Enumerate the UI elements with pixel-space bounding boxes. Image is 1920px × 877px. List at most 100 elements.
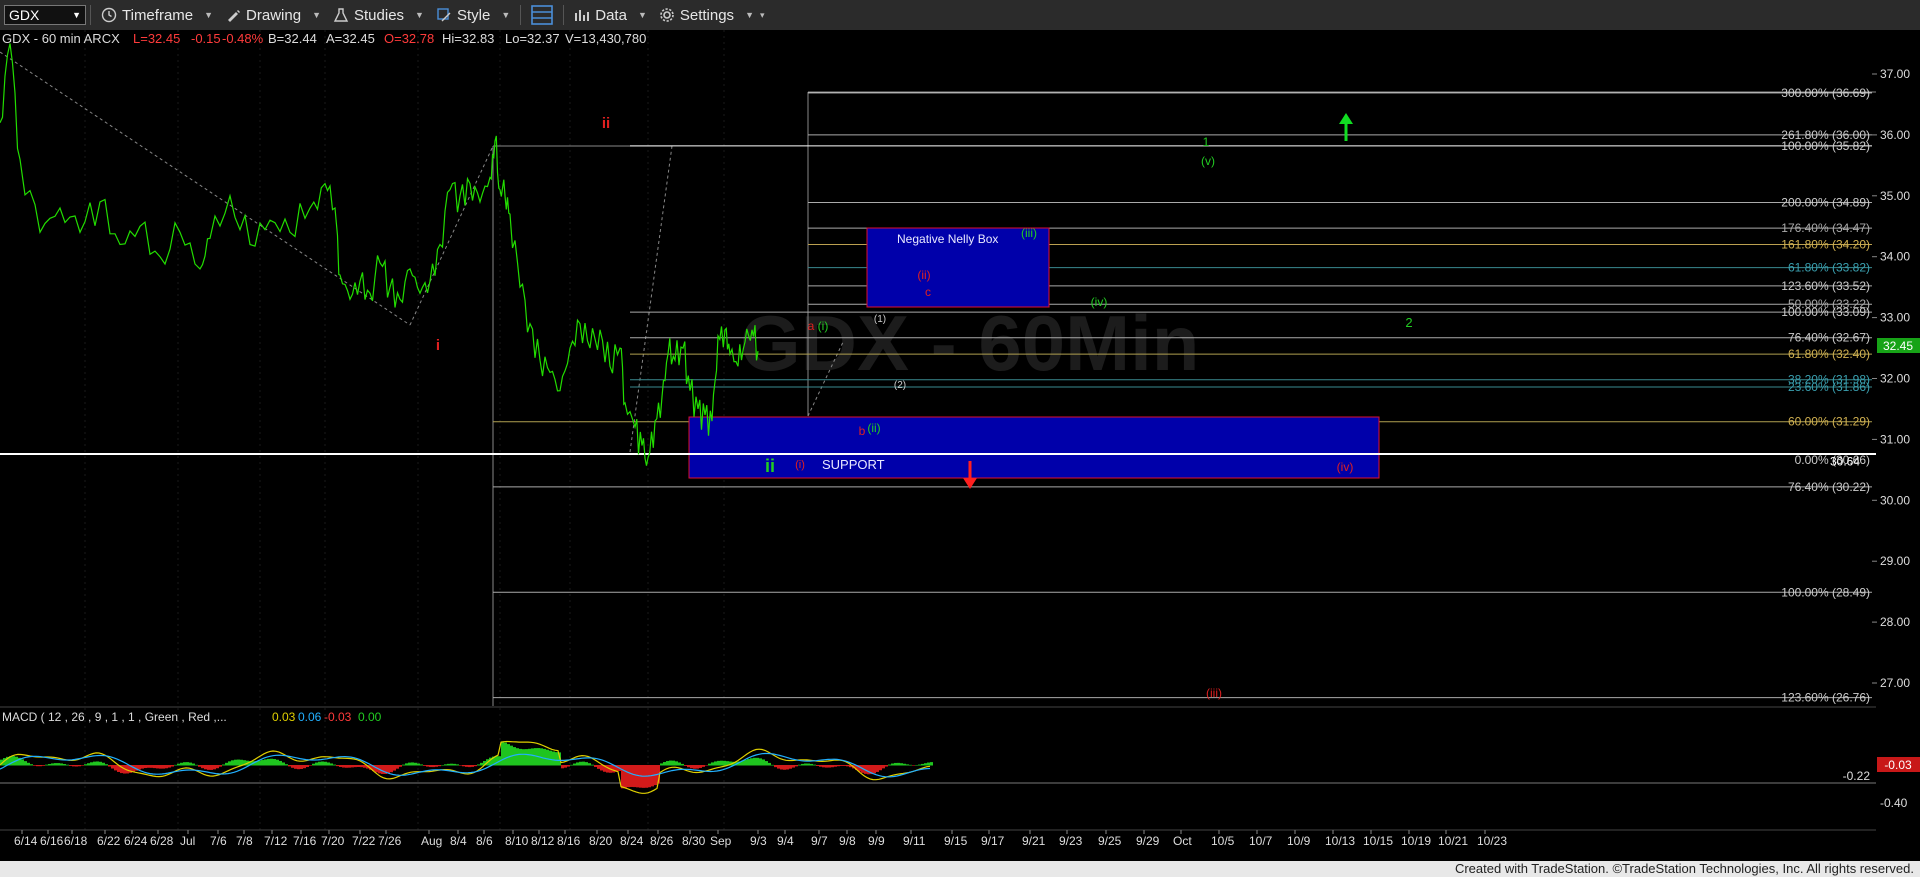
macd-histogram-bar	[186, 762, 189, 766]
symbol-text: GDX	[9, 7, 40, 23]
wave-label: 2	[1405, 315, 1412, 330]
macd-histogram-bar	[804, 763, 807, 766]
macd-histogram-bar	[342, 765, 345, 768]
macd-histogram-bar	[684, 765, 687, 766]
macd-histogram-bar	[816, 765, 819, 766]
macd-histogram-bar	[108, 765, 111, 767]
macd-histogram-bar	[78, 765, 81, 767]
macd-histogram-bar	[87, 763, 90, 766]
macd-histogram-bar	[720, 760, 723, 766]
fib-level-label: 23.60% (31.86)	[1788, 380, 1870, 394]
macd-histogram-bar	[438, 765, 441, 767]
macd-histogram-bar	[837, 765, 840, 767]
macd-histogram-bar	[138, 765, 141, 770]
price-chart[interactable]: GDX - 60Min 37.0036.0035.0034.0033.0032.…	[0, 30, 1920, 861]
macd-histogram-bar	[231, 760, 234, 766]
macd-histogram-bar	[381, 765, 384, 774]
macd-histogram-bar	[306, 765, 309, 768]
time-tick-label: 6/28	[150, 834, 174, 848]
time-tick-label: 8/16	[557, 834, 581, 848]
price-tick-label: 30.00	[1880, 493, 1910, 507]
wave-label: (ii)	[867, 421, 880, 435]
macd-histogram-bar	[522, 749, 525, 766]
macd-histogram-bar	[111, 765, 114, 769]
fib-level-label: 60.00% (31.29)	[1788, 415, 1870, 429]
macd-histogram-bar	[288, 765, 291, 767]
macd-histogram-bar	[513, 747, 516, 766]
time-tick-label: 10/23	[1477, 834, 1507, 848]
style-button[interactable]: Style ▼	[430, 0, 516, 30]
price-tick-label: 34.00	[1880, 250, 1910, 264]
macd-histogram-bar	[414, 762, 417, 766]
macd-histogram-bar	[702, 765, 705, 767]
macd-histogram-bar	[885, 765, 888, 767]
macd-histogram-bar	[429, 765, 432, 768]
fib-level-label: 61.80% (32.40)	[1788, 347, 1870, 361]
macd-histogram-bar	[30, 764, 33, 766]
macd-histogram-bar	[63, 764, 66, 766]
macd-histogram-bar	[156, 765, 159, 769]
macd-histogram-bar	[786, 765, 789, 770]
bid-value: B=32.44	[268, 31, 317, 46]
macd-histogram-bar	[588, 763, 591, 766]
macd-histogram-bar	[21, 759, 24, 766]
symbol-selector[interactable]: GDX ▼	[4, 5, 86, 25]
time-tick-label: 10/15	[1363, 834, 1393, 848]
time-tick-label: 8/26	[650, 834, 674, 848]
studies-label: Studies	[354, 6, 405, 24]
settings-button[interactable]: Settings ▼	[653, 0, 760, 30]
open-value: O=32.78	[384, 31, 434, 46]
macd-histogram-bar	[345, 765, 348, 768]
time-tick-label: 9/7	[811, 834, 828, 848]
macd-histogram-bar	[828, 765, 831, 768]
low-value: Lo=32.37	[505, 31, 560, 46]
macd-histogram-bar	[264, 759, 267, 766]
fib-level-label: 123.60% (33.52)	[1781, 279, 1870, 293]
time-tick-label: 7/8	[236, 834, 253, 848]
macd-histogram-bar	[867, 765, 870, 775]
layout-button[interactable]	[525, 0, 559, 30]
macd-histogram-bar	[165, 765, 168, 769]
macd-histogram-bar	[420, 764, 423, 766]
macd-histogram-bar	[879, 765, 882, 771]
macd-histogram-bar	[321, 761, 324, 766]
wave-label: ii	[602, 115, 610, 132]
timeframe-button[interactable]: Timeframe ▼	[95, 0, 219, 30]
macd-histogram-bar	[435, 765, 438, 767]
wave-label: (iii)	[1021, 226, 1037, 240]
macd-histogram-bar	[909, 764, 912, 766]
macd-histogram-bar	[831, 765, 834, 768]
time-tick-label: 7/6	[210, 834, 227, 848]
macd-histogram-bar	[696, 765, 699, 769]
drawing-button[interactable]: Drawing ▼	[219, 0, 327, 30]
fib-level-label: 123.60% (26.76)	[1781, 691, 1870, 705]
time-tick-label: 6/16	[40, 834, 64, 848]
data-button[interactable]: Data ▼	[568, 0, 653, 30]
macd-histogram-bar	[882, 765, 885, 769]
macd-histogram-bar	[663, 762, 666, 766]
macd-histogram-bar	[762, 759, 765, 766]
macd-histogram-bar	[912, 765, 915, 766]
symbol-info: GDX - 60 min ARCX	[2, 31, 120, 46]
macd-histogram-bar	[54, 763, 57, 766]
macd-histogram-bar	[555, 752, 558, 766]
macd-histogram-bar	[465, 765, 468, 767]
data-label: Data	[595, 6, 627, 24]
macd-histogram-bar	[921, 763, 924, 766]
macd-histogram-bar	[102, 762, 105, 766]
more-menu-icon[interactable]: ▾	[760, 10, 765, 21]
macd-histogram-bar	[69, 765, 72, 766]
macd-histogram-bar	[96, 761, 99, 766]
macd-histogram-bar	[387, 765, 390, 774]
macd-histogram-bar	[660, 763, 663, 766]
macd-histogram-bar	[411, 762, 414, 766]
studies-button[interactable]: Studies ▼	[327, 0, 430, 30]
last-value: L=32.45	[133, 31, 180, 46]
macd-histogram-bar	[393, 765, 396, 771]
macd-histogram-bar	[591, 764, 594, 766]
macd-histogram-bar	[396, 765, 399, 769]
time-tick-label: 7/26	[378, 834, 402, 848]
macd-histogram-bar	[258, 760, 261, 766]
price-tick-label: 27.00	[1880, 676, 1910, 690]
macd-histogram-bar	[459, 765, 462, 766]
